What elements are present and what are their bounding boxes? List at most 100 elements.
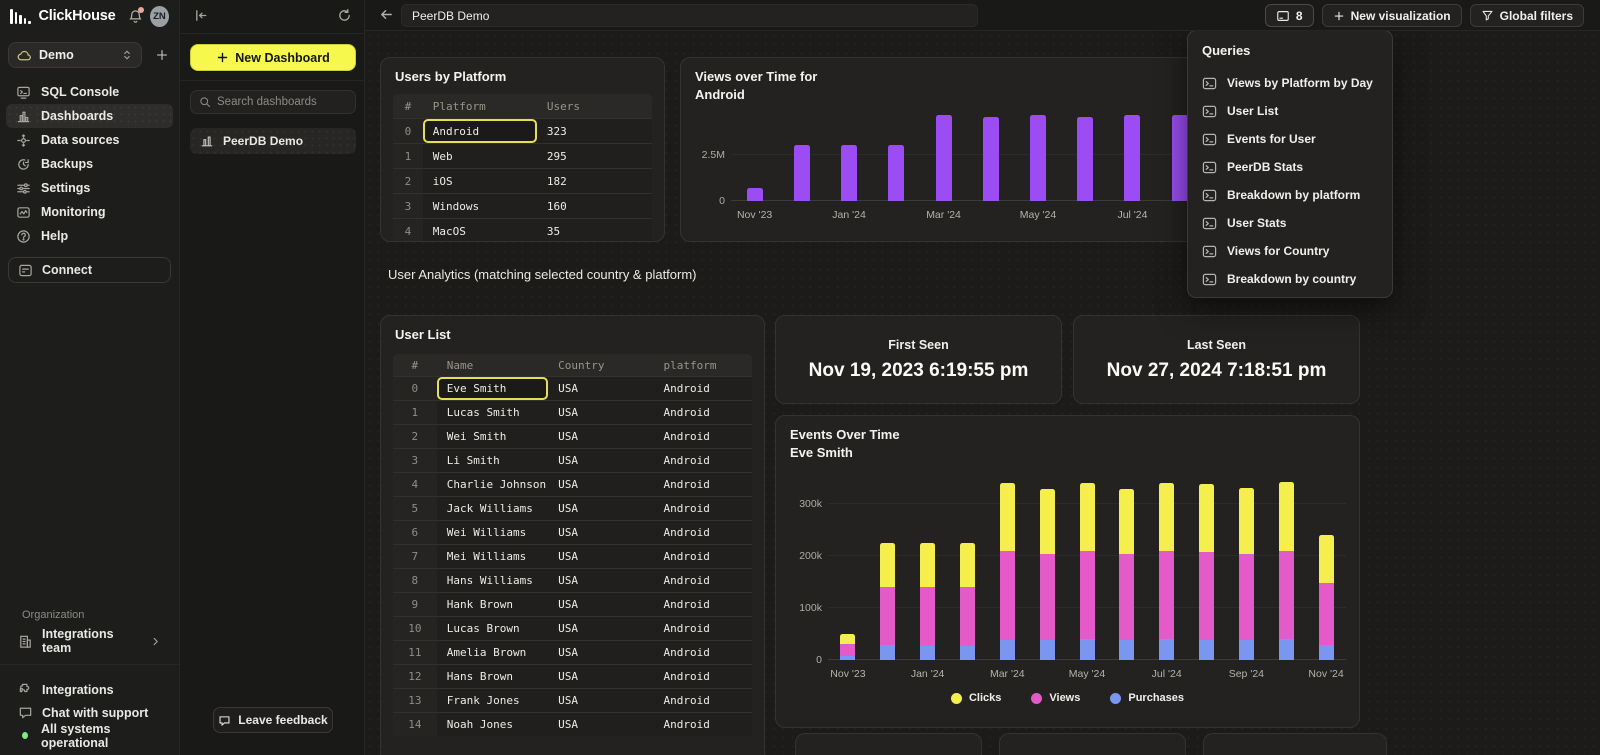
cell[interactable]: MacOS bbox=[423, 219, 537, 242]
bar-segment-purchases[interactable] bbox=[1080, 639, 1095, 660]
cell[interactable]: Android bbox=[654, 593, 752, 616]
legend-item-purchases[interactable]: Purchases bbox=[1110, 692, 1184, 704]
bar-segment-views[interactable] bbox=[880, 587, 895, 645]
cell[interactable]: 35 bbox=[537, 219, 652, 242]
cell[interactable]: 6 bbox=[393, 521, 437, 544]
cell[interactable]: Li Smith bbox=[437, 449, 548, 472]
cell[interactable]: 9 bbox=[393, 593, 437, 616]
new-dashboard-button[interactable]: New Dashboard bbox=[190, 44, 356, 71]
bar-segment-clicks[interactable] bbox=[920, 543, 935, 587]
cell[interactable]: USA bbox=[548, 377, 653, 400]
cell[interactable]: Android bbox=[654, 521, 752, 544]
dashboard-title-input[interactable] bbox=[401, 4, 978, 27]
leave-feedback-button[interactable]: Leave feedback bbox=[213, 707, 333, 733]
cell[interactable]: 12 bbox=[393, 665, 437, 688]
sidebar-item-monitoring[interactable]: Monitoring bbox=[6, 200, 173, 224]
cell[interactable]: 0 bbox=[393, 119, 423, 143]
cell[interactable]: Android bbox=[654, 425, 752, 448]
cell[interactable]: USA bbox=[548, 449, 653, 472]
cell[interactable]: Android bbox=[654, 401, 752, 424]
table-row[interactable]: 5Jack WilliamsUSAAndroid bbox=[393, 496, 752, 520]
bar[interactable] bbox=[747, 188, 763, 201]
table-row[interactable]: 9Hank BrownUSAAndroid bbox=[393, 592, 752, 616]
bar[interactable] bbox=[1124, 115, 1140, 201]
cell[interactable]: Hank Brown bbox=[437, 593, 548, 616]
bar[interactable] bbox=[1172, 115, 1188, 201]
selected-cell[interactable]: Eve Smith bbox=[437, 377, 548, 400]
bar-segment-purchases[interactable] bbox=[920, 646, 935, 660]
cell[interactable]: USA bbox=[548, 473, 653, 496]
cell[interactable]: Android bbox=[654, 617, 752, 640]
sidebar-item-data-sources[interactable]: Data sources bbox=[6, 128, 173, 152]
bar-segment-purchases[interactable] bbox=[1119, 640, 1134, 660]
cell[interactable]: Charlie Johnson bbox=[437, 473, 548, 496]
cell[interactable]: iOS bbox=[423, 169, 537, 193]
bar-segment-clicks[interactable] bbox=[1319, 535, 1334, 583]
cell[interactable]: Hans Williams bbox=[437, 569, 548, 592]
table-row[interactable]: 11Amelia BrownUSAAndroid bbox=[393, 640, 752, 664]
dashboard-list-item[interactable]: PeerDB Demo bbox=[190, 128, 356, 154]
cell[interactable]: Android bbox=[654, 641, 752, 664]
global-filters-button[interactable]: Global filters bbox=[1470, 4, 1584, 27]
query-item-views-for-country[interactable]: Views for Country bbox=[1202, 237, 1384, 265]
bar-segment-clicks[interactable] bbox=[1000, 483, 1015, 551]
bar-segment-clicks[interactable] bbox=[840, 634, 855, 644]
cell[interactable]: USA bbox=[548, 401, 653, 424]
cell[interactable]: Lucas Brown bbox=[437, 617, 548, 640]
cell[interactable]: USA bbox=[548, 617, 653, 640]
bar-segment-purchases[interactable] bbox=[1040, 640, 1055, 660]
bar-segment-views[interactable] bbox=[1279, 551, 1294, 639]
table-row[interactable]: 8Hans WilliamsUSAAndroid bbox=[393, 568, 752, 592]
cell[interactable]: 5 bbox=[393, 497, 437, 520]
cell[interactable]: Android bbox=[654, 545, 752, 568]
table-row[interactable]: 4Charlie JohnsonUSAAndroid bbox=[393, 472, 752, 496]
bar-segment-views[interactable] bbox=[960, 587, 975, 646]
bar[interactable] bbox=[1077, 117, 1093, 201]
cell[interactable]: 10 bbox=[393, 617, 437, 640]
cell[interactable]: Frank Jones bbox=[437, 689, 548, 712]
table-row[interactable]: 0Eve SmithUSAAndroid bbox=[393, 376, 752, 400]
table-row[interactable]: 0Android323 bbox=[393, 118, 652, 143]
legend-item-views[interactable]: Views bbox=[1031, 692, 1080, 704]
sidebar-item-integrations-team[interactable]: Integrations team bbox=[8, 629, 171, 653]
cell[interactable]: Android bbox=[654, 689, 752, 712]
cell[interactable]: USA bbox=[548, 593, 653, 616]
bar-segment-purchases[interactable] bbox=[840, 656, 855, 660]
bar-segment-views[interactable] bbox=[1319, 583, 1334, 645]
cell[interactable]: 1 bbox=[393, 401, 437, 424]
bar-segment-views[interactable] bbox=[1080, 551, 1095, 639]
table-row[interactable]: 1Web295 bbox=[393, 143, 652, 168]
bar-segment-purchases[interactable] bbox=[1319, 645, 1334, 660]
cell[interactable]: Amelia Brown bbox=[437, 641, 548, 664]
table-row[interactable]: 7Mei WilliamsUSAAndroid bbox=[393, 544, 752, 568]
bar-segment-clicks[interactable] bbox=[1159, 483, 1174, 551]
cell[interactable]: 7 bbox=[393, 545, 437, 568]
cell[interactable]: USA bbox=[548, 713, 653, 736]
bar[interactable] bbox=[983, 117, 999, 201]
table-row[interactable]: 2iOS182 bbox=[393, 168, 652, 193]
cell[interactable]: 11 bbox=[393, 641, 437, 664]
bar-segment-views[interactable] bbox=[1159, 551, 1174, 639]
query-item-user-list[interactable]: User List bbox=[1202, 97, 1384, 125]
cell[interactable]: 2 bbox=[393, 425, 437, 448]
query-item-breakdown-by-country[interactable]: Breakdown by country bbox=[1202, 265, 1384, 293]
bar-segment-purchases[interactable] bbox=[1000, 640, 1015, 660]
collapse-panel-button[interactable] bbox=[194, 8, 209, 23]
cell[interactable]: Android bbox=[654, 569, 752, 592]
cell[interactable]: Android bbox=[654, 665, 752, 688]
bar[interactable] bbox=[888, 145, 904, 201]
bar-segment-views[interactable] bbox=[1199, 552, 1214, 640]
query-item-peerdb-stats[interactable]: PeerDB Stats bbox=[1202, 153, 1384, 181]
sidebar-item-help[interactable]: Help bbox=[6, 224, 173, 248]
cell[interactable]: USA bbox=[548, 641, 653, 664]
bar-segment-clicks[interactable] bbox=[880, 543, 895, 587]
sidebar-item-backups[interactable]: Backups bbox=[6, 152, 173, 176]
bar[interactable] bbox=[794, 145, 810, 201]
cell[interactable]: 4 bbox=[393, 219, 423, 242]
table-row[interactable]: 4MacOS35 bbox=[393, 218, 652, 242]
bar-segment-purchases[interactable] bbox=[960, 646, 975, 660]
bar[interactable] bbox=[1030, 115, 1046, 201]
legend-item-clicks[interactable]: Clicks bbox=[951, 692, 1001, 704]
cell[interactable]: 4 bbox=[393, 473, 437, 496]
bar-segment-clicks[interactable] bbox=[1119, 489, 1134, 555]
